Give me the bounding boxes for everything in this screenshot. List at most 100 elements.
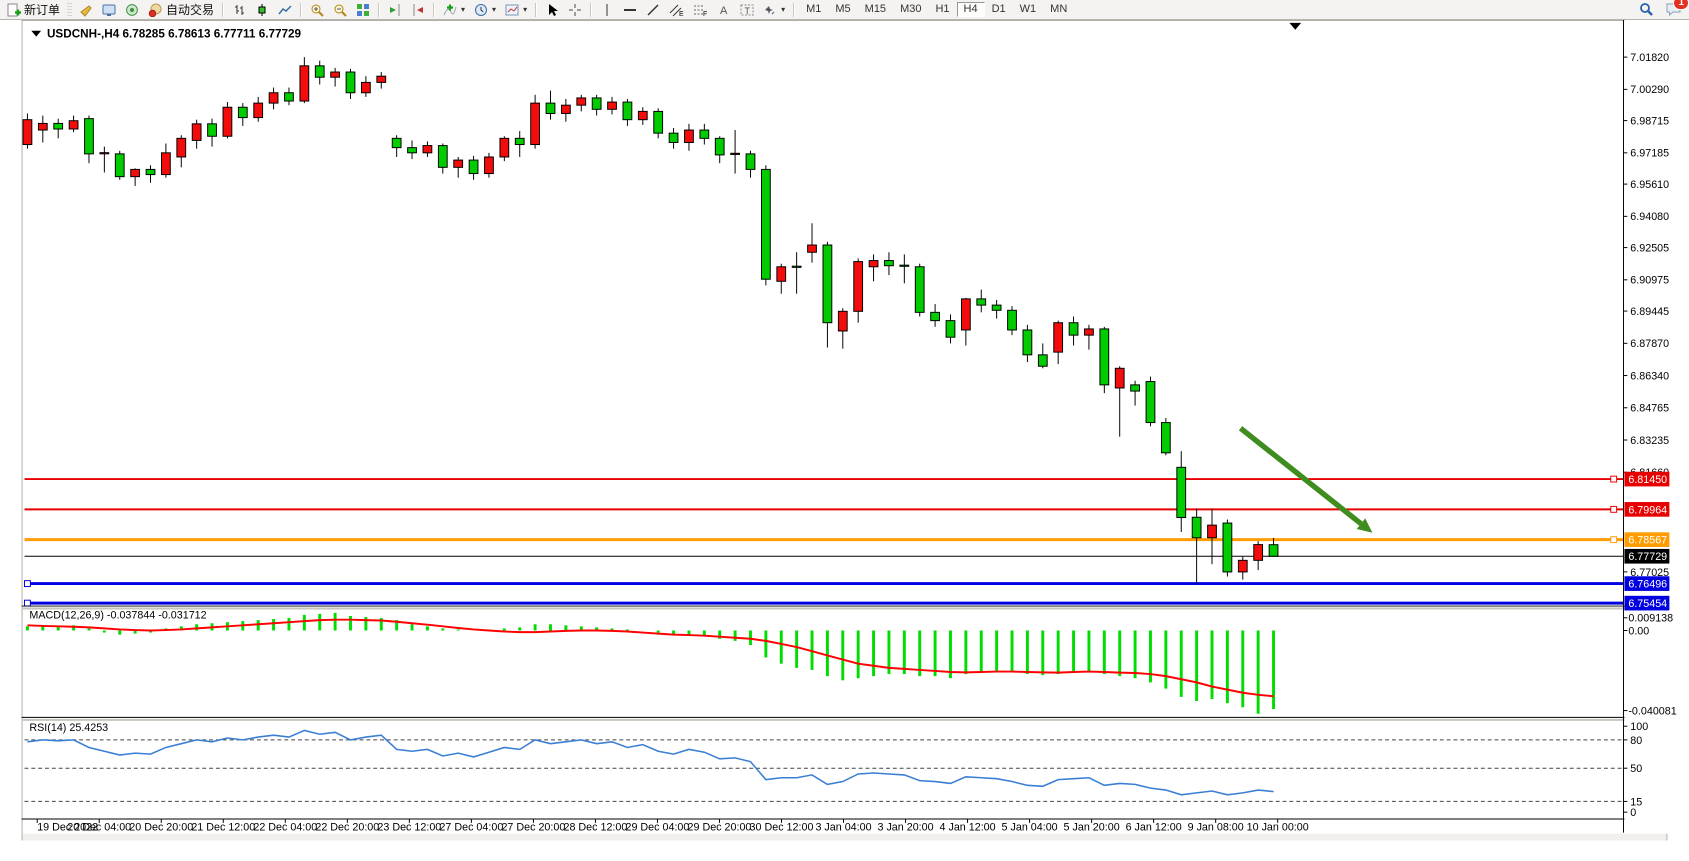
market-watch-button[interactable] — [98, 1, 120, 18]
templates-icon — [505, 3, 519, 17]
rsi-label: RSI(14) 25.4253 — [29, 722, 108, 734]
candle-body — [254, 103, 263, 118]
candle-body — [561, 105, 570, 113]
svg-text:A: A — [720, 5, 728, 17]
cursor-icon — [545, 3, 559, 17]
fibonacci-icon: F — [693, 3, 708, 17]
support-line-blue-1-handle[interactable] — [25, 581, 31, 587]
line-chart-button[interactable] — [274, 1, 296, 18]
price-axis-label: 6.92505 — [1630, 242, 1669, 254]
candle-body — [269, 93, 278, 103]
zoom-out-button[interactable] — [329, 1, 351, 18]
search-icon — [1639, 2, 1654, 17]
periods-icon — [474, 3, 488, 17]
candle-body — [977, 299, 986, 305]
resistance-line-1-handle[interactable] — [1611, 476, 1617, 482]
candle-body — [1115, 368, 1124, 388]
tab-timeframe-w1[interactable]: W1 — [1013, 2, 1044, 17]
crosshair-button[interactable] — [564, 1, 586, 18]
vertical-line-button[interactable] — [596, 1, 618, 18]
channel-button[interactable]: E — [665, 1, 688, 18]
candle-body — [838, 311, 847, 331]
candle-body — [961, 299, 970, 330]
support-line-blue-2-handle[interactable] — [25, 600, 31, 606]
candle-body — [608, 102, 617, 109]
tab-timeframe-d1[interactable]: D1 — [985, 2, 1013, 17]
tab-timeframe-m5[interactable]: M5 — [828, 2, 857, 17]
templates-button[interactable]: ▾ — [501, 1, 531, 18]
text-button[interactable]: A — [713, 1, 735, 18]
candle-body — [1146, 382, 1155, 423]
price-axis-label: 6.98715 — [1630, 116, 1669, 128]
text-icon: A — [717, 3, 731, 17]
candlestick-chart-button[interactable] — [251, 1, 273, 18]
time-axis-label: 3 Jan 20:00 — [877, 822, 933, 834]
candle-body — [1254, 545, 1263, 561]
chart-canvas[interactable]: USDCNH-,H4 6.78285 6.78613 6.77711 6.777… — [0, 20, 1689, 861]
candle-body — [592, 98, 601, 109]
search-button[interactable] — [1635, 1, 1658, 18]
candle-body — [931, 312, 940, 320]
time-axis-label: 29 Dec 04:00 — [626, 822, 690, 834]
autotrade-button[interactable]: 自动交易 — [144, 1, 218, 18]
auto-scroll-button[interactable] — [407, 1, 429, 18]
tab-timeframe-m15[interactable]: M15 — [858, 2, 893, 17]
timeframe-bar: M1M5M15M30H1H4D1W1MN — [799, 2, 1074, 17]
zoom-in-button[interactable] — [306, 1, 328, 18]
price-axis-label: 6.87870 — [1630, 338, 1669, 350]
price-tag-text: 6.81450 — [1628, 474, 1667, 486]
periods-button[interactable]: ▾ — [470, 1, 500, 18]
price-tag-text: 6.79964 — [1628, 504, 1667, 516]
shift-chart-button[interactable] — [384, 1, 406, 18]
notifications-button[interactable]: 1 — [1662, 1, 1686, 18]
text-label-button[interactable]: T — [736, 1, 758, 18]
cursor-button[interactable] — [541, 1, 563, 18]
arrows-button[interactable]: ▾ — [759, 1, 789, 18]
candle-body — [685, 130, 694, 142]
indicators-button[interactable]: ▾ — [439, 1, 469, 18]
crosshair-icon — [568, 3, 582, 17]
toolbar-separator — [433, 3, 435, 17]
candle-body — [361, 82, 370, 92]
fibonacci-button[interactable]: F — [689, 1, 712, 18]
candle-body — [715, 138, 724, 155]
candle-body — [1238, 560, 1247, 572]
candle-body — [900, 265, 909, 266]
price-tag-text: 6.76496 — [1628, 579, 1667, 591]
resistance-line-2-handle[interactable] — [1611, 506, 1617, 512]
candle-body — [777, 267, 786, 282]
candle-body — [115, 154, 124, 177]
price-axis-label: 6.90975 — [1630, 275, 1669, 287]
bar-chart-button[interactable] — [228, 1, 250, 18]
candle-body — [161, 153, 170, 175]
trendline-button[interactable] — [642, 1, 664, 18]
support-line-orange-handle[interactable] — [1611, 537, 1617, 543]
candle-body — [315, 66, 324, 77]
time-axis-label: 4 Jan 12:00 — [940, 822, 996, 834]
price-axis[interactable]: 7.018207.002906.987156.971856.956106.940… — [1623, 20, 1676, 834]
main-toolbar: 新订单 自动交易 ▾ ▾ ▾ E F A T ▾ — [0, 0, 1689, 20]
candle-body — [577, 98, 586, 105]
candle-body — [792, 266, 801, 267]
announcement-button[interactable] — [75, 1, 97, 18]
horizontal-line-button[interactable] — [619, 1, 641, 18]
svg-text:T: T — [745, 6, 751, 16]
new-order-label: 新订单 — [24, 1, 60, 18]
tab-timeframe-h1[interactable]: H1 — [928, 2, 956, 17]
toolbar-separator — [222, 3, 224, 17]
candle-body — [808, 245, 817, 252]
tab-timeframe-m30[interactable]: M30 — [893, 2, 928, 17]
tile-windows-button[interactable] — [352, 1, 374, 18]
rsi-axis-label: 50 — [1630, 763, 1642, 775]
new-order-button[interactable]: 新订单 — [3, 1, 64, 18]
chevron-down-icon: ▾ — [461, 5, 465, 14]
toolbar-separator — [793, 3, 795, 17]
candle-body — [192, 124, 201, 141]
time-axis-label: 21 Dec 12:00 — [191, 822, 255, 834]
tab-timeframe-h4[interactable]: H4 — [957, 2, 985, 17]
toolbar-separator — [378, 3, 380, 17]
navigator-button[interactable] — [121, 1, 143, 18]
tab-timeframe-mn[interactable]: MN — [1043, 2, 1074, 17]
tab-timeframe-m1[interactable]: M1 — [799, 2, 828, 17]
time-axis-label: 27 Dec 04:00 — [439, 822, 503, 834]
